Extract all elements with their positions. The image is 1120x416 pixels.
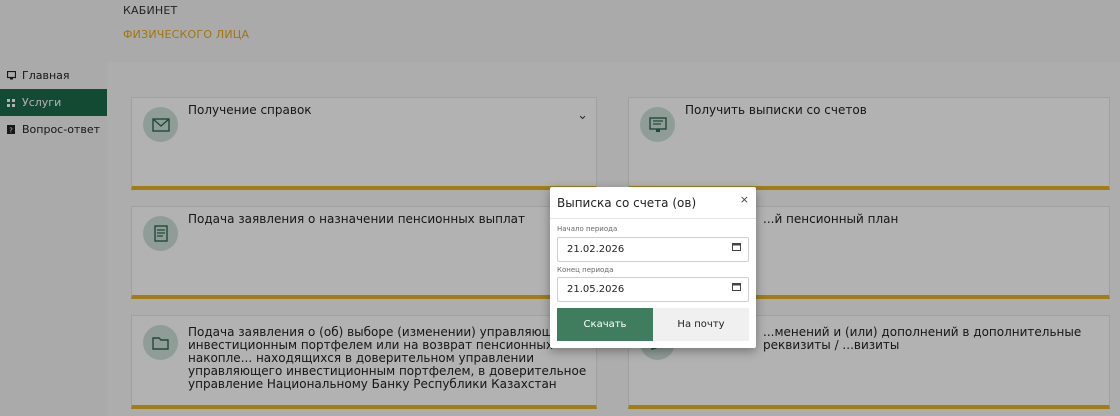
start-date-value: 21.02.2026 — [567, 244, 625, 255]
modal-divider — [550, 218, 756, 219]
download-button[interactable]: Скачать — [557, 308, 653, 341]
close-icon[interactable]: × — [740, 193, 749, 206]
end-date-input[interactable]: 21.05.2026 — [557, 277, 749, 302]
statement-modal: Выписка со счета (ов) × Начало периода 2… — [550, 187, 756, 348]
end-date-label: Конец периода — [557, 266, 614, 274]
end-date-value: 21.05.2026 — [567, 284, 625, 295]
start-date-label: Начало периода — [557, 225, 618, 233]
send-email-button[interactable]: На почту — [653, 308, 749, 341]
calendar-icon[interactable] — [732, 242, 741, 254]
calendar-icon[interactable] — [732, 282, 741, 294]
modal-title: Выписка со счета (ов) — [557, 196, 697, 210]
start-date-input[interactable]: 21.02.2026 — [557, 237, 749, 262]
